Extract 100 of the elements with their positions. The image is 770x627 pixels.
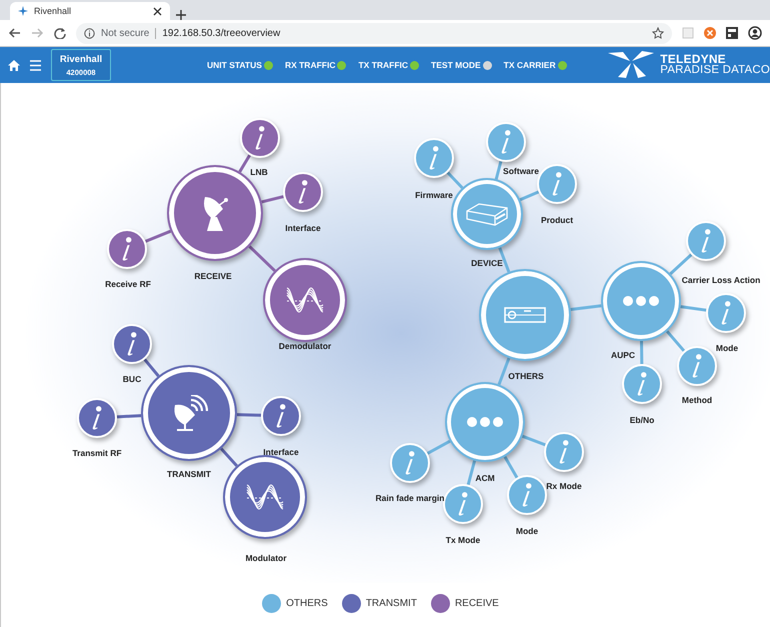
status-label: TEST MODE — [431, 60, 481, 70]
new-tab-icon[interactable] — [176, 10, 186, 20]
info-node[interactable] — [77, 398, 117, 438]
security-label: Not secure — [101, 28, 150, 38]
network-device-icon — [465, 201, 509, 227]
reload-icon[interactable] — [54, 27, 66, 39]
node-label: TRANSMIT — [167, 469, 211, 479]
node-label: Carrier Loss Action — [682, 275, 760, 285]
favicon-icon — [18, 6, 28, 16]
info-node[interactable] — [686, 221, 726, 261]
status-label: TX CARRIER — [504, 60, 556, 70]
connector-line — [640, 340, 644, 364]
tab-title: Rivenhall — [34, 6, 72, 16]
info-icon — [127, 332, 137, 356]
category-node[interactable] — [263, 258, 347, 342]
node-label: ACM — [475, 473, 495, 483]
info-node[interactable] — [414, 138, 454, 178]
info-icon — [429, 146, 439, 170]
node-label: RECEIVE — [194, 271, 232, 281]
connector-line — [248, 245, 276, 272]
legend-label: OTHERS — [286, 598, 328, 608]
node-label: DEVICE — [471, 258, 503, 268]
node-label: Demodulator — [278, 341, 332, 351]
info-node[interactable] — [107, 229, 147, 269]
node-label: Eb/No — [630, 415, 654, 425]
address-bar[interactable]: Not secure 192.168.50.3/treeoverview — [76, 22, 672, 44]
node-label: BUC — [122, 374, 142, 384]
info-node[interactable] — [507, 475, 547, 515]
info-node[interactable] — [240, 118, 280, 158]
info-icon — [501, 130, 511, 154]
connector-line — [144, 230, 172, 243]
node-label: Interface — [263, 447, 299, 457]
info-icon — [692, 354, 702, 378]
node-label: Software — [503, 166, 539, 176]
info-icon — [559, 440, 569, 464]
status-label: RX TRAFFIC — [284, 60, 336, 70]
browser-tab[interactable]: Rivenhall — [10, 2, 170, 20]
logo-icon — [608, 51, 654, 79]
connector-line — [680, 305, 706, 312]
connector-line — [522, 434, 546, 446]
info-node[interactable] — [537, 164, 577, 204]
connector-line — [238, 154, 251, 173]
connector-line — [669, 254, 692, 275]
info-icon — [405, 451, 415, 475]
node-label: Product — [540, 215, 574, 225]
logo-subtitle: PARADISE DATACO — [660, 65, 770, 77]
info-icon — [721, 301, 731, 325]
url-text: 192.168.50.3/treeoverview — [155, 28, 280, 38]
status-label: UNIT STATUS — [207, 60, 262, 70]
star-icon[interactable] — [652, 27, 664, 39]
legend-label: TRANSMIT — [366, 598, 417, 608]
profile-icon[interactable] — [748, 26, 762, 40]
connector-line — [446, 171, 464, 189]
extension-icon[interactable] — [726, 27, 738, 39]
connector-line — [520, 190, 540, 202]
info-icon — [637, 372, 647, 396]
legend-label: RECEIVE — [454, 598, 499, 608]
info-icon — [92, 406, 102, 430]
connector-line — [504, 456, 518, 478]
info-icon — [84, 28, 95, 38]
sine-wave-icon — [286, 285, 324, 315]
info-icon — [701, 229, 711, 253]
server-unit-icon — [504, 307, 546, 323]
info-node[interactable] — [486, 122, 526, 162]
close-icon[interactable] — [153, 6, 162, 16]
sine-wave-icon — [246, 482, 284, 512]
logo-title: TELEDYNE — [660, 53, 726, 66]
info-icon — [458, 492, 468, 516]
connector-line — [570, 304, 602, 311]
info-node[interactable] — [390, 443, 430, 483]
connector-line — [666, 330, 686, 352]
node-label: Receive RF — [105, 279, 151, 289]
back-icon[interactable] — [8, 27, 21, 39]
node-label: Firmware — [415, 190, 453, 200]
info-node[interactable] — [283, 172, 323, 212]
category-node[interactable] — [141, 365, 237, 461]
info-node[interactable] — [677, 346, 717, 386]
info-icon — [255, 126, 265, 150]
info-icon — [298, 180, 308, 204]
info-node[interactable] — [112, 324, 152, 364]
node-label: Interface — [285, 223, 321, 233]
more-dots-icon — [467, 417, 503, 427]
home-icon[interactable] — [8, 60, 20, 70]
category-node[interactable] — [445, 382, 525, 462]
menu-icon[interactable] — [30, 60, 41, 70]
info-icon — [522, 483, 532, 507]
node-label: AUPC — [610, 350, 636, 360]
connector-line — [220, 448, 238, 467]
category-node[interactable] — [451, 178, 523, 250]
connector-line — [236, 413, 262, 417]
category-node[interactable] — [223, 455, 307, 539]
more-dots-icon — [623, 296, 659, 306]
node-label: Rain fade margin — [376, 493, 444, 503]
info-node[interactable] — [622, 364, 662, 404]
info-node[interactable] — [443, 484, 483, 524]
node-label: Transmit RF — [72, 448, 122, 458]
info-node[interactable] — [261, 396, 301, 436]
info-node[interactable] — [544, 432, 584, 472]
info-icon — [122, 237, 132, 261]
info-node[interactable] — [706, 293, 746, 333]
